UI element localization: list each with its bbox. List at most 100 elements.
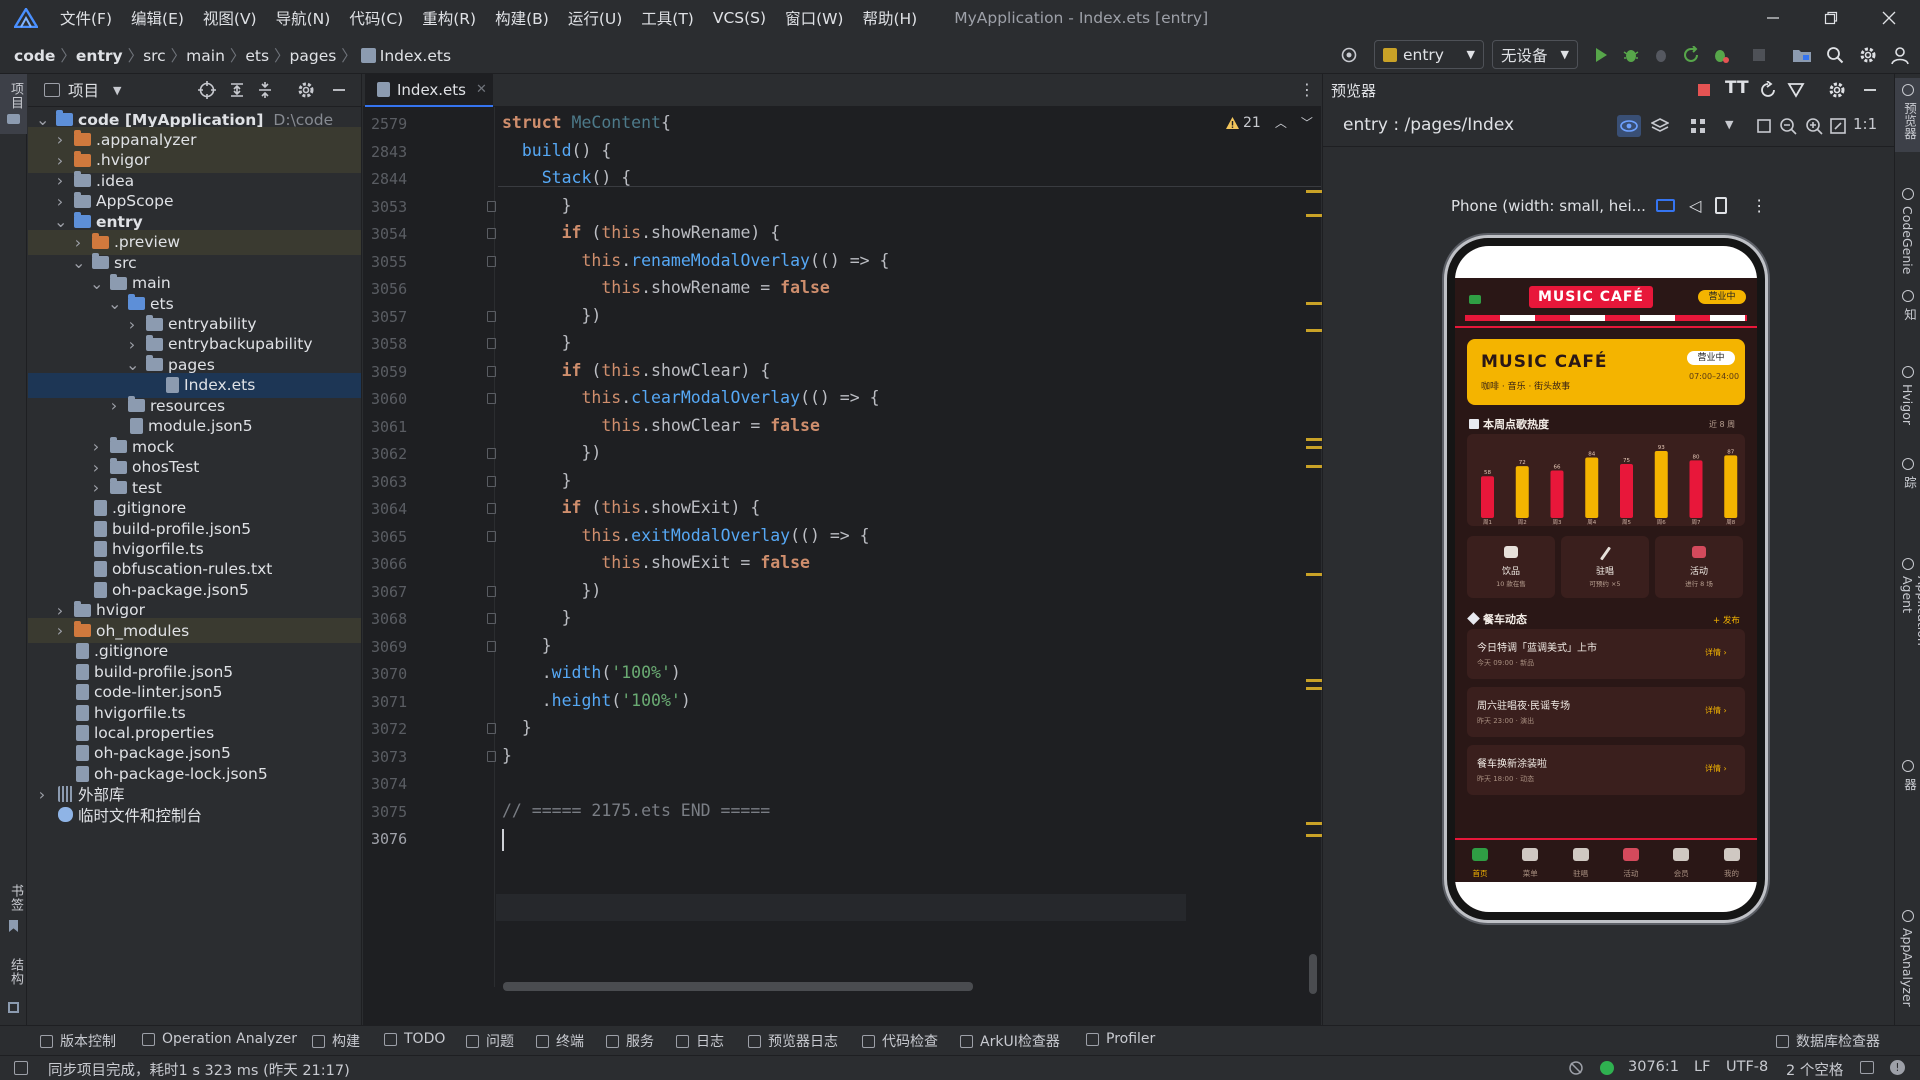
attach-icon[interactable] [1652, 46, 1670, 64]
refresh-icon[interactable] [1759, 81, 1777, 99]
error-stripe-mark[interactable] [1306, 446, 1322, 449]
vertical-scrollbar[interactable] [1309, 954, 1317, 994]
status-message[interactable]: 同步项目完成，耗时1 s 323 ms (昨天 21:17) [48, 1059, 350, 1080]
chevron-down-icon[interactable]: ﹀ [1301, 114, 1313, 131]
menu-item[interactable]: 构建(B) [495, 7, 549, 29]
error-stripe-mark[interactable] [1306, 302, 1322, 305]
chevron-down-icon[interactable]: ⌄ [72, 253, 85, 272]
chevron-right-icon[interactable]: › [54, 130, 66, 149]
bottom-tab-0[interactable]: 首页 [1455, 840, 1505, 884]
cursor-position[interactable]: 3076:1 [1628, 1059, 1679, 1075]
tool-window-0[interactable]: 版本控制 [40, 1031, 116, 1051]
bottom-tab-1[interactable]: 菜单 [1505, 840, 1555, 884]
chevron-down-icon[interactable]: ⌄ [108, 294, 121, 313]
news-item-detail-link[interactable]: 详情 › [1705, 647, 1727, 658]
chevron-down-icon[interactable]: ▼ [113, 84, 121, 97]
settings-gear-icon[interactable] [1858, 45, 1878, 65]
run-config-select[interactable]: entry ▼ [1374, 40, 1484, 69]
tool-window-4[interactable]: 问题 [466, 1031, 514, 1051]
menu-item[interactable]: 编辑(E) [131, 7, 184, 29]
bottom-tab-3[interactable]: 活动 [1606, 840, 1656, 884]
grid-icon[interactable] [1689, 117, 1707, 135]
account-icon[interactable] [1890, 45, 1910, 65]
chevron-right-icon[interactable]: › [126, 335, 138, 354]
error-stripe-mark[interactable] [1306, 687, 1322, 690]
settings-gear-icon[interactable] [296, 80, 316, 100]
news-item[interactable]: 周六驻唱夜·民谣专场 昨天 23:00 · 演出 详情 › [1467, 687, 1745, 737]
tool-window-3[interactable]: TODO [384, 1031, 445, 1047]
menu-item[interactable]: VCS(S) [713, 9, 766, 27]
menu-item[interactable]: 导航(N) [276, 7, 331, 29]
stop-icon[interactable] [1750, 46, 1768, 64]
menu-item[interactable]: 视图(V) [203, 7, 257, 29]
chevron-right-icon[interactable]: › [126, 315, 138, 334]
tool-window-1[interactable]: Operation Analyzer [142, 1031, 297, 1047]
bookmarks-tool-button[interactable]: 书签 [0, 884, 27, 944]
phone-screen[interactable]: MUSIC CAFÉ 营业中 MUSIC CAFÉ 咖啡 · 音乐 · 街头故事… [1455, 246, 1757, 912]
collapse-all-icon[interactable] [256, 81, 274, 99]
chevron-right-icon[interactable]: › [54, 151, 66, 170]
chevron-down-icon[interactable]: ⌄ [126, 355, 139, 374]
news-publish-link[interactable]: + 发布 [1713, 614, 1740, 626]
multi-device-icon[interactable] [1655, 199, 1675, 212]
error-stripe-mark[interactable] [1306, 822, 1322, 825]
breadcrumb-item[interactable]: main [186, 47, 225, 65]
breadcrumb-item[interactable]: src [143, 47, 166, 65]
stop-preview-icon[interactable] [1697, 83, 1711, 97]
toggle-panels-icon[interactable] [14, 1061, 28, 1075]
line-separator[interactable]: LF [1694, 1059, 1710, 1075]
error-stripe-mark[interactable] [1306, 190, 1322, 193]
device-select[interactable]: 无设备 ▼ [1492, 40, 1578, 69]
error-stripe-mark[interactable] [1306, 834, 1322, 837]
error-stripe-mark[interactable] [1306, 329, 1322, 332]
zoom-in-icon[interactable] [1805, 117, 1823, 135]
crop-icon[interactable] [1755, 117, 1773, 135]
project-view-select[interactable]: 项目 [68, 79, 99, 101]
news-item[interactable]: 餐车换新涂装啦 昨天 18:00 · 动态 详情 › [1467, 745, 1745, 795]
hide-panel-icon[interactable] [1861, 81, 1879, 99]
menu-item[interactable]: 帮助(H) [862, 7, 917, 29]
menu-item[interactable]: 重构(R) [422, 7, 476, 29]
tree-item[interactable]: 临时文件和控制台 [28, 802, 361, 827]
tool-window-12[interactable]: 数据库检查器 [1776, 1031, 1880, 1051]
maximize-button[interactable] [1802, 0, 1860, 36]
tool-window-9[interactable]: 代码检查 [862, 1031, 938, 1051]
run-icon[interactable] [1592, 46, 1610, 64]
error-stripe-mark[interactable] [1306, 573, 1322, 576]
debug-icon[interactable] [1622, 46, 1640, 64]
breadcrumb-item[interactable]: entry [76, 47, 123, 65]
chevron-right-icon[interactable]: › [90, 458, 102, 477]
tool-window-2[interactable]: 构建 [312, 1031, 360, 1051]
inspector-icon[interactable] [1787, 81, 1805, 99]
close-window-button[interactable] [1860, 0, 1918, 36]
chevron-right-icon[interactable]: › [108, 396, 120, 415]
horizontal-scrollbar[interactable] [503, 982, 973, 991]
cafe-card[interactable]: MUSIC CAFÉ 咖啡 · 音乐 · 街头故事 营业中 07:00–24:0… [1467, 339, 1745, 405]
fit-screen-icon[interactable] [1829, 117, 1847, 135]
chevron-right-icon[interactable]: › [36, 785, 48, 804]
no-sync-icon[interactable] [1568, 1060, 1584, 1076]
minimize-button[interactable] [1744, 0, 1802, 36]
expand-all-icon[interactable] [228, 81, 246, 99]
chevron-right-icon[interactable]: › [54, 601, 66, 620]
menu-item[interactable]: 代码(C) [349, 7, 403, 29]
news-item-detail-link[interactable]: 详情 › [1705, 705, 1727, 716]
structure-tool-button[interactable]: 结构 [0, 958, 27, 1028]
right-tool-0[interactable]: 预览器 [1895, 78, 1920, 152]
chevron-down-icon[interactable]: ⌄ [54, 212, 67, 231]
breadcrumb-item[interactable]: Index.ets [380, 47, 451, 65]
quick-card-1[interactable]: 驻唱 可预约 ×5 [1561, 536, 1649, 598]
tool-window-10[interactable]: ArkUI检查器 [960, 1031, 1060, 1051]
notifications-icon[interactable]: ! [1890, 1060, 1905, 1075]
indent-setting[interactable]: 2 个空格 [1786, 1059, 1843, 1080]
apply-changes-icon[interactable] [1682, 46, 1700, 64]
breadcrumb-item[interactable]: ets [245, 47, 269, 65]
search-icon[interactable] [1826, 46, 1844, 64]
menu-item[interactable]: 工具(T) [641, 7, 694, 29]
error-stripe-mark[interactable] [1306, 465, 1322, 468]
back-icon[interactable]: ◁ [1689, 196, 1701, 215]
chevron-right-icon[interactable]: › [90, 437, 102, 456]
layers-icon[interactable] [1651, 117, 1669, 135]
preview-mode-button[interactable] [1617, 115, 1641, 137]
bottom-tab-4[interactable]: 会员 [1656, 840, 1706, 884]
